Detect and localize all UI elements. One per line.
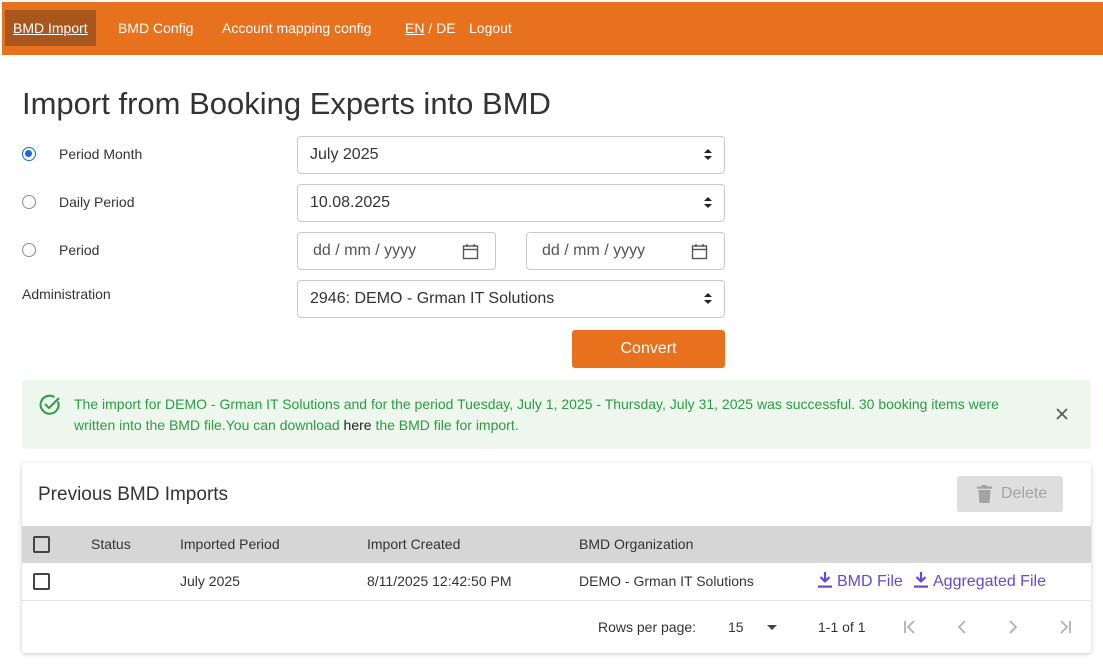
bmd-file-download-link[interactable]: BMD File: [818, 563, 903, 600]
alert-text-after: the BMD file for import.: [371, 417, 519, 433]
rows-per-page-select[interactable]: 15: [728, 602, 788, 653]
select-arrows-icon: [704, 293, 712, 305]
alert-download-link[interactable]: here: [344, 417, 372, 433]
daily-period-select[interactable]: 10.08.2025: [297, 184, 725, 222]
previous-imports-title: Previous BMD Imports: [38, 484, 229, 505]
period-month-select[interactable]: July 2025: [297, 136, 725, 174]
row-organization: DEMO - Grman IT Solutions: [579, 573, 754, 589]
alert-message: The import for DEMO - Grman IT Solutions…: [74, 394, 1034, 436]
calendar-icon[interactable]: [462, 243, 479, 260]
column-status[interactable]: Status: [91, 526, 131, 563]
next-page-icon[interactable]: [1004, 618, 1022, 636]
select-all-checkbox[interactable]: [33, 536, 50, 553]
period-label: Period: [59, 242, 100, 258]
caret-down-icon[interactable]: [767, 625, 777, 630]
convert-button[interactable]: Convert: [572, 330, 725, 368]
pagination-range: 1-1 of 1: [818, 619, 866, 635]
rows-per-page-label: Rows per page:: [598, 619, 697, 635]
first-page-icon[interactable]: [901, 618, 919, 636]
select-arrows-icon: [704, 197, 712, 209]
period-to-date-input[interactable]: dd / mm / yyyy: [526, 232, 725, 270]
language-switcher: EN / DE: [405, 2, 456, 55]
aggregated-file-download-link[interactable]: Aggregated File: [914, 563, 1046, 600]
bmd-file-label: BMD File: [837, 573, 903, 590]
period-from-placeholder: dd / mm / yyyy: [313, 242, 417, 259]
rows-per-page-value: 15: [728, 619, 744, 635]
nav-bmd-config[interactable]: BMD Config: [118, 2, 193, 55]
daily-period-label: Daily Period: [59, 194, 135, 210]
delete-button[interactable]: Delete: [957, 476, 1063, 512]
select-arrows-icon: [704, 149, 712, 161]
column-bmd-organization[interactable]: BMD Organization: [579, 526, 693, 563]
previous-page-icon[interactable]: [953, 618, 971, 636]
lang-en-link[interactable]: EN: [405, 20, 424, 36]
close-icon[interactable]: [1055, 407, 1069, 421]
daily-period-radio[interactable]: [22, 195, 36, 209]
delete-label: Delete: [1001, 485, 1048, 502]
administration-label: Administration: [22, 286, 111, 302]
nav-bmd-import[interactable]: BMD Import: [5, 10, 96, 46]
success-alert: The import for DEMO - Grman IT Solutions…: [22, 380, 1091, 449]
nav-account-mapping-config[interactable]: Account mapping config: [222, 2, 371, 55]
column-import-created[interactable]: Import Created: [367, 526, 460, 563]
calendar-icon[interactable]: [691, 243, 708, 260]
period-from-date-input[interactable]: dd / mm / yyyy: [297, 232, 496, 270]
administration-value: 2946: DEMO - Grman IT Solutions: [310, 290, 555, 307]
aggregated-file-label: Aggregated File: [933, 573, 1046, 590]
lang-de-link[interactable]: DE: [436, 20, 455, 36]
period-month-label: Period Month: [59, 146, 143, 162]
daily-period-value: 10.08.2025: [310, 194, 391, 211]
previous-imports-card: Previous BMD Imports Delete Status Impor…: [22, 463, 1091, 653]
top-navbar: BMD Import BMD Config Account mapping co…: [2, 2, 1103, 55]
period-month-radio[interactable]: [22, 147, 36, 161]
row-checkbox[interactable]: [33, 573, 50, 590]
alert-text-before: The import for DEMO - Grman IT Solutions…: [74, 396, 999, 433]
lang-separator: /: [424, 20, 437, 36]
table-pagination: Rows per page: 15 1-1 of 1: [22, 602, 1091, 653]
row-imported-period: July 2025: [180, 573, 240, 589]
download-icon: [914, 571, 928, 588]
period-radio[interactable]: [22, 243, 36, 257]
last-page-icon[interactable]: [1056, 618, 1074, 636]
administration-select[interactable]: 2946: DEMO - Grman IT Solutions: [297, 280, 725, 318]
table-row: July 2025 8/11/2025 12:42:50 PM DEMO - G…: [22, 563, 1091, 601]
download-icon: [818, 571, 832, 588]
column-imported-period[interactable]: Imported Period: [180, 526, 280, 563]
trash-icon: [977, 485, 992, 503]
period-month-value: July 2025: [310, 146, 379, 163]
table-header: Status Imported Period Import Created BM…: [22, 526, 1091, 563]
nav-logout[interactable]: Logout: [469, 2, 512, 55]
period-to-placeholder: dd / mm / yyyy: [542, 242, 646, 259]
check-circle-icon: [39, 394, 60, 415]
row-import-created: 8/11/2025 12:42:50 PM: [367, 573, 512, 589]
page-title: Import from Booking Experts into BMD: [22, 86, 551, 121]
